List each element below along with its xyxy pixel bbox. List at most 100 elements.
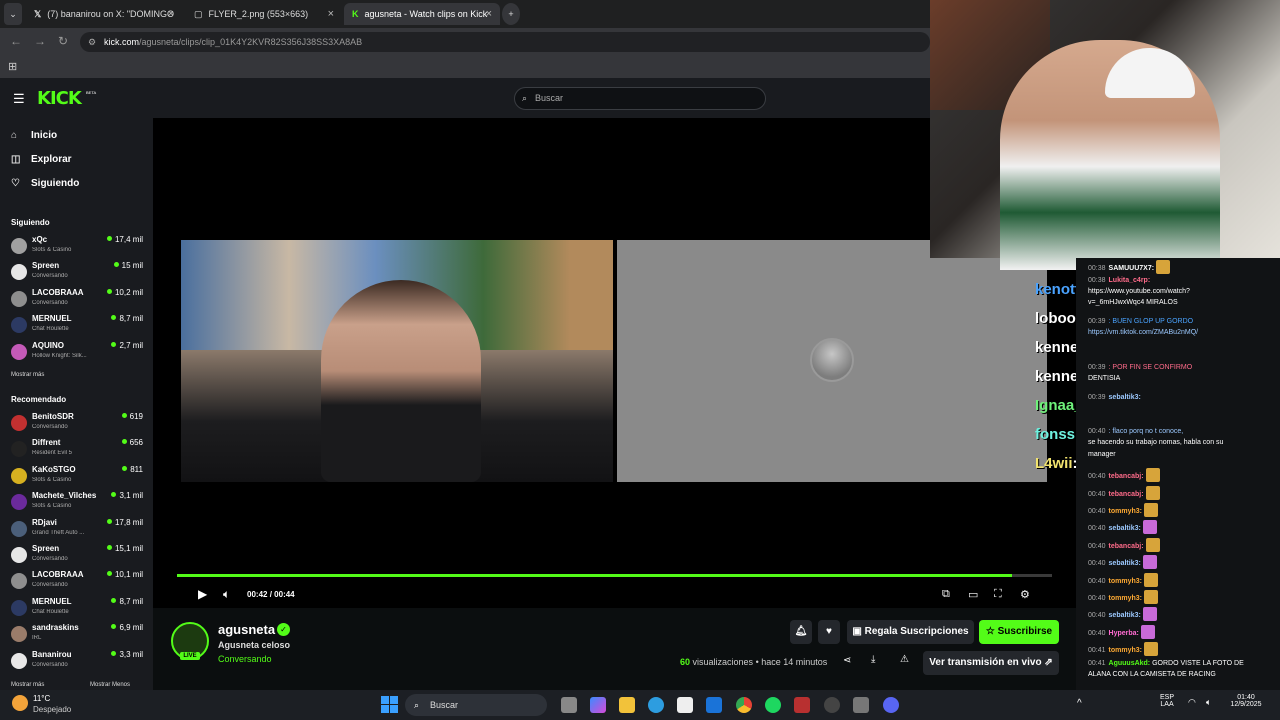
app-icon[interactable]: [794, 697, 810, 713]
chat-message: https://vm.tiktok.com/ZMABu2nMQ/: [1088, 329, 1278, 336]
nav-home[interactable]: ⌂ Inicio: [11, 130, 57, 141]
streamer-name[interactable]: agusneta: [218, 622, 275, 637]
channel-row[interactable]: MERNUEL Chat Roulette 8,7 mil: [11, 314, 145, 340]
follow-heart-icon[interactable]: ♥: [818, 620, 840, 644]
download-icon[interactable]: ⤓: [871, 654, 875, 665]
watch-live-button[interactable]: Ver transmisión en vivo ⇗: [923, 651, 1059, 675]
outlook-icon[interactable]: [706, 697, 722, 713]
settings-icon[interactable]: ⚙: [1020, 588, 1030, 601]
nav-following[interactable]: ♡ Siguiendo: [11, 178, 79, 189]
show-less-link[interactable]: Mostrar Menos: [90, 682, 130, 688]
chat-text: ALANA CON LA CAMISETA DE RACING: [1088, 671, 1216, 678]
reload-icon[interactable]: ↻: [58, 34, 68, 48]
hamburger-menu-icon[interactable]: ☰: [13, 91, 25, 107]
emote-icon: [1142, 555, 1157, 569]
store-icon[interactable]: [677, 697, 693, 713]
show-more-bottom-link[interactable]: Mostrar más: [11, 682, 44, 688]
channel-category: IRL: [32, 635, 42, 642]
volume-icon[interactable]: 🔈︎: [223, 587, 230, 602]
taskbar-search[interactable]: ⌕ Buscar: [405, 694, 547, 716]
app-icon[interactable]: [853, 697, 869, 713]
channel-row[interactable]: Diffrent Resident Evil 5 656: [11, 438, 145, 464]
share-icon[interactable]: ⋖: [843, 655, 851, 666]
video-progress-bar[interactable]: [177, 574, 1052, 577]
chat-username[interactable]: sebaltik3:: [1109, 560, 1141, 567]
miniplayer-icon[interactable]: ⧉: [942, 588, 950, 601]
channel-row[interactable]: KaKoSTGO Slots & Casino 811: [11, 465, 145, 491]
stream-category[interactable]: Conversando: [218, 654, 272, 664]
chat-username[interactable]: sebaltik3:: [1109, 612, 1141, 619]
chrome-icon[interactable]: [736, 697, 752, 713]
site-info-icon[interactable]: ⚙: [88, 32, 96, 52]
chat-username[interactable]: tebancabj:: [1109, 473, 1144, 480]
chat-username[interactable]: tommyh3:: [1109, 578, 1142, 585]
copilot-icon[interactable]: [590, 697, 606, 713]
tab-x[interactable]: 𝕏 (7) bananirou on X: "DOMINGO ×: [26, 3, 182, 25]
search-input[interactable]: ⌕ Buscar: [514, 87, 766, 110]
subscribe-button[interactable]: ☆ Suscribirse: [979, 620, 1059, 644]
channel-category: Chat Roulette: [32, 326, 69, 333]
chat-username[interactable]: AguuusAkd:: [1109, 660, 1151, 667]
channel-row[interactable]: LACOBRAAA Conversando 10,2 mil: [11, 288, 145, 314]
channel-row[interactable]: Spreen Conversando 15 mil: [11, 261, 145, 287]
chat-username[interactable]: tebancabj:: [1109, 491, 1144, 498]
nav-explore[interactable]: ◫ Explorar: [11, 154, 72, 165]
channel-row[interactable]: RDjavi Grand Theft Auto ... 17,8 mil: [11, 518, 145, 544]
chat-username[interactable]: SAMUUU7X7:: [1109, 265, 1155, 272]
chat-username[interactable]: sebaltik3:: [1109, 525, 1141, 532]
close-icon[interactable]: ×: [168, 8, 174, 20]
play-icon[interactable]: ▶: [198, 587, 207, 601]
forward-icon[interactable]: →: [34, 34, 46, 48]
report-icon[interactable]: ⚠: [900, 654, 909, 665]
volume-icon[interactable]: 🔈︎: [1206, 697, 1211, 708]
tray-chevron-icon[interactable]: ^: [1077, 698, 1082, 709]
new-tab-button[interactable]: +: [502, 3, 520, 25]
fullscreen-icon[interactable]: ⛶: [994, 588, 1002, 601]
steam-icon[interactable]: [824, 697, 840, 713]
channel-row[interactable]: BenitoSDR Conversando 619: [11, 412, 145, 438]
chat-username[interactable]: tommyh3:: [1109, 647, 1142, 654]
language-indicator[interactable]: ESP LAA: [1160, 694, 1174, 708]
spotify-icon[interactable]: [765, 697, 781, 713]
weather-temp[interactable]: 11°C: [33, 694, 50, 703]
notification-bell-icon[interactable]: 🔔︎: [790, 620, 812, 644]
channel-row[interactable]: Spreen Conversando 15,1 mil: [11, 544, 145, 570]
chat-message: v=_6mHJwxWqc4 MIRALOS: [1088, 299, 1278, 306]
chat-username[interactable]: Lukita_c4rp:: [1109, 277, 1151, 284]
chat-username[interactable]: sebaltik3:: [1109, 394, 1141, 401]
file-explorer-icon[interactable]: [619, 697, 635, 713]
tab-kick[interactable]: K agusneta - Watch clips on Kick ×: [344, 3, 500, 25]
channel-row[interactable]: MERNUEL Chat Roulette 8,7 mil: [11, 597, 145, 623]
wifi-icon[interactable]: ◠: [1188, 697, 1196, 708]
theater-mode-icon[interactable]: ▭: [968, 588, 978, 601]
back-icon[interactable]: ←: [10, 34, 22, 48]
viewer-count: 2,7 mil: [111, 341, 143, 350]
channel-row[interactable]: Bananirou Conversando 3,3 mil: [11, 650, 145, 676]
windows-start-icon[interactable]: [381, 696, 398, 713]
clock[interactable]: 01:40 12/9/2025: [1226, 694, 1266, 708]
weather-icon[interactable]: [12, 695, 28, 711]
channel-row[interactable]: AQUINO Hollow Knight: Silk... 2,7 mil: [11, 341, 145, 367]
kick-logo[interactable]: KICK: [37, 88, 82, 109]
chat-username[interactable]: tebancabj:: [1109, 543, 1144, 550]
chat-username[interactable]: Hyperba:: [1109, 630, 1139, 637]
chat-message: DENTISIA: [1088, 375, 1278, 382]
channel-row[interactable]: xQc Slots & Casino 17,4 mil: [11, 235, 145, 261]
edge-icon[interactable]: [648, 697, 664, 713]
channel-row[interactable]: sandraskins IRL 6,9 mil: [11, 623, 145, 649]
chat-username[interactable]: tommyh3:: [1109, 595, 1142, 602]
tab-flyer[interactable]: ▢ FLYER_2.png (553×663) ×: [186, 3, 342, 25]
tab-list-button[interactable]: ⌄: [4, 3, 22, 25]
gift-subs-button[interactable]: ▣ Regala Suscripciones: [847, 620, 974, 644]
channel-row[interactable]: LACOBRAAA Conversando 10,1 mil: [11, 570, 145, 596]
chat-message: 00:40 sebaltik3:: [1088, 607, 1278, 621]
apps-grid-icon[interactable]: ⊞: [8, 60, 17, 73]
close-icon[interactable]: ×: [486, 8, 492, 20]
url-field[interactable]: ⚙ kick.com/agusneta/clips/clip_01K4Y2KVR…: [80, 32, 930, 52]
show-more-link[interactable]: Mostrar más: [11, 372, 44, 378]
close-icon[interactable]: ×: [328, 8, 334, 20]
channel-row[interactable]: Machete_Vilches Slots & Casino 3,1 mil: [11, 491, 145, 517]
discord-icon[interactable]: [883, 697, 899, 713]
chat-username[interactable]: tommyh3:: [1109, 508, 1142, 515]
task-view-icon[interactable]: [561, 697, 577, 713]
